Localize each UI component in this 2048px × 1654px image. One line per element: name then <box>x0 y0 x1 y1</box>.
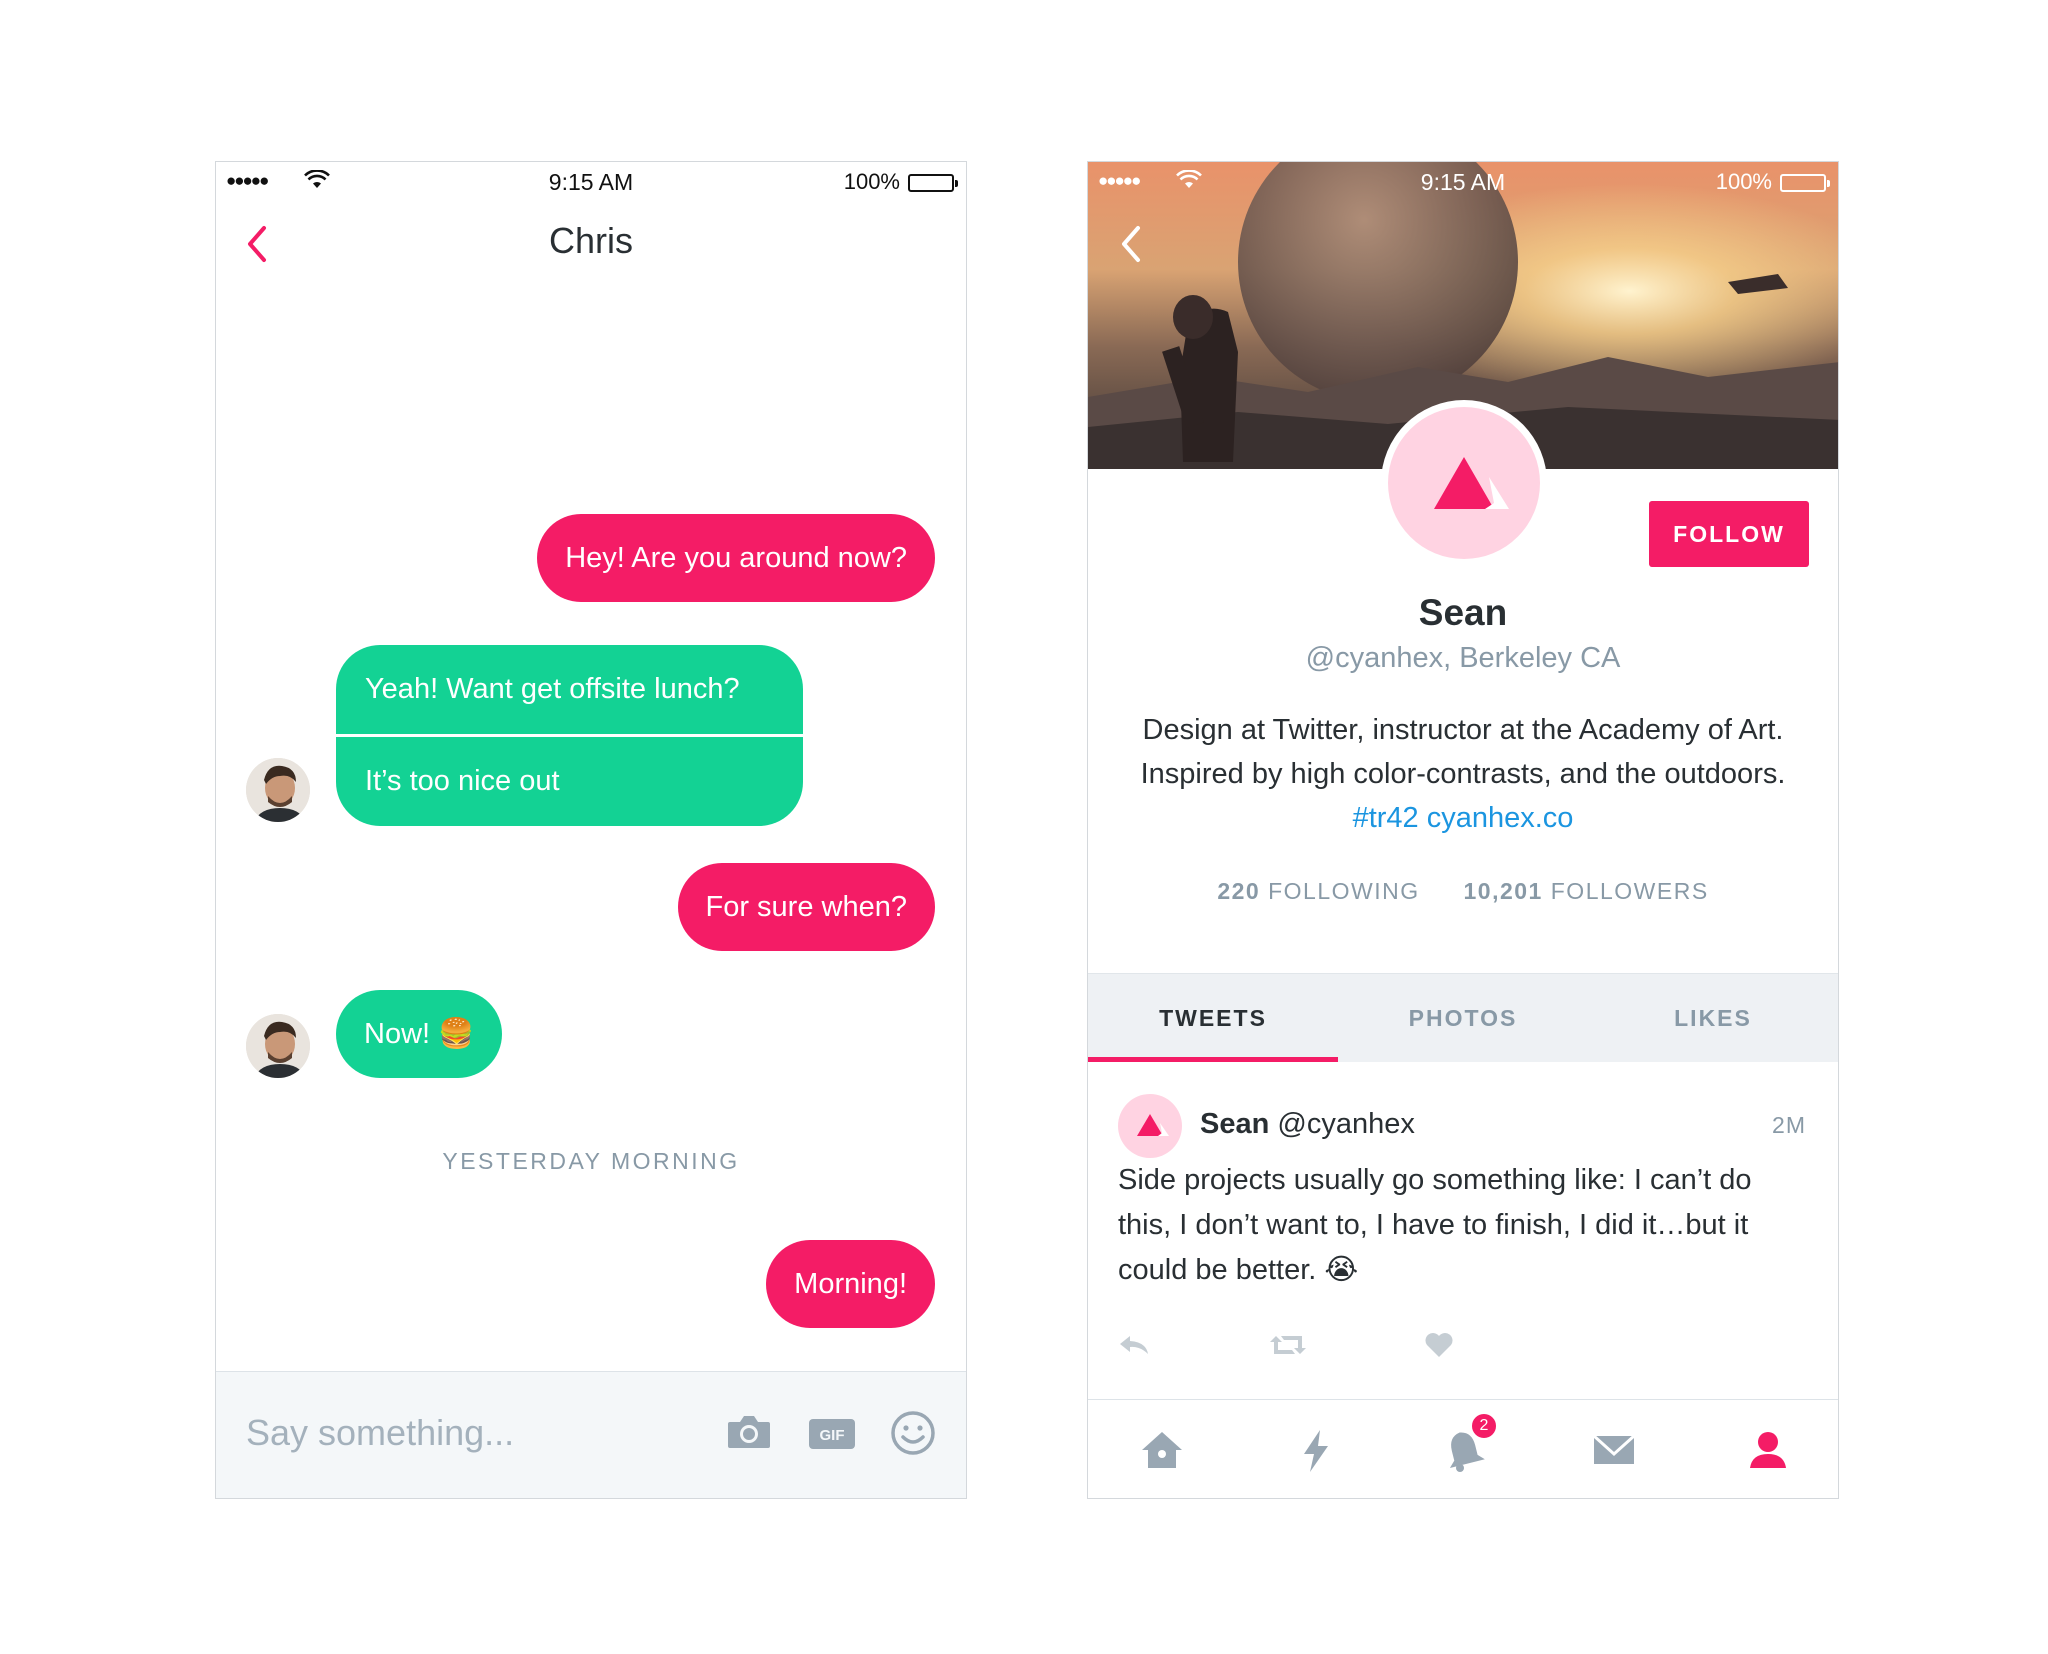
tweet-author-handle: @cyanhex <box>1277 1108 1415 1140</box>
message-group-incoming: Yeah! Want get offsite lunch? It’s too n… <box>336 645 803 826</box>
bio-website-link[interactable]: cyanhex.co <box>1427 802 1574 834</box>
profile-bio: Design at Twitter, instructor at the Aca… <box>1128 708 1798 840</box>
tab-likes[interactable]: LIKES <box>1588 974 1838 1063</box>
following-label: FOLLOWING <box>1268 878 1420 904</box>
camera-icon[interactable] <box>726 1412 772 1452</box>
avatar[interactable] <box>246 1014 310 1078</box>
tab-tweets[interactable]: TWEETS <box>1088 974 1338 1063</box>
tweet-text: Side projects usually go something like:… <box>1118 1164 1752 1286</box>
bio-hashtag-link[interactable]: #tr42 <box>1353 802 1419 834</box>
following-count: 220 <box>1217 878 1261 904</box>
message-composer: GIF <box>216 1371 966 1498</box>
bottom-tab-bar: 2 <box>1088 1399 1838 1498</box>
messages-envelope-icon[interactable] <box>1590 1426 1638 1474</box>
notifications-tab[interactable]: 2 <box>1440 1412 1498 1474</box>
profile-tabs: TWEETS PHOTOS LIKES <box>1088 973 1838 1062</box>
message-bubble-incoming[interactable]: Yeah! Want get offsite lunch? <box>336 645 803 734</box>
tweet-timestamp: 2M <box>1772 1112 1806 1138</box>
retweet-icon[interactable] <box>1268 1332 1308 1358</box>
message-bubble-outgoing[interactable]: For sure when? <box>677 863 935 951</box>
tweet-author[interactable]: Sean @cyanhex <box>1200 1108 1415 1141</box>
profile-handle-location: @cyanhex, Berkeley CA <box>1305 642 1621 674</box>
chat-screen: ●●●●● 9:15 AM 100% Chris Hey! Are you ar… <box>215 161 967 1499</box>
like-heart-icon[interactable] <box>1424 1332 1454 1358</box>
status-bar: ●●●●● 9:15 AM 100% <box>216 162 966 202</box>
bio-text: Design at Twitter, instructor at the Aca… <box>1140 714 1786 790</box>
status-bar: ●●●●● 9:15 AM 100% <box>1088 162 1838 202</box>
battery-icon <box>1780 174 1830 192</box>
message-bubble-outgoing[interactable]: Morning! <box>766 1240 935 1328</box>
tweet-item[interactable]: Sean @cyanhex 2M Side projects usually g… <box>1088 1062 1838 1374</box>
date-divider: YESTERDAY MORNING <box>442 1148 740 1174</box>
followers-stat[interactable]: 10,201 FOLLOWERS <box>1464 878 1709 904</box>
message-bubble-incoming[interactable]: Now! 🍔 <box>336 990 503 1078</box>
profile-avatar[interactable] <box>1381 400 1547 566</box>
profile-name: Sean <box>1418 592 1508 633</box>
battery-percent: 100% <box>1715 169 1772 194</box>
message-input[interactable] <box>246 1412 686 1454</box>
home-icon[interactable] <box>1138 1426 1186 1474</box>
profile-screen: ●●●●● 9:15 AM 100% FOLLOW Sean @cyanhex,… <box>1087 161 1839 1499</box>
following-stat[interactable]: 220 FOLLOWING <box>1217 878 1419 904</box>
tweet-avatar[interactable] <box>1118 1094 1182 1158</box>
svg-text:GIF: GIF <box>820 1427 845 1444</box>
chat-title: Chris <box>548 220 633 261</box>
profile-me-icon[interactable] <box>1744 1426 1792 1474</box>
followers-label: FOLLOWERS <box>1550 878 1709 904</box>
emoji-icon[interactable] <box>890 1410 936 1456</box>
profile-stats: 220 FOLLOWING 10,201 FOLLOWERS <box>1088 878 1838 905</box>
reply-icon[interactable] <box>1118 1332 1150 1358</box>
battery-icon <box>908 174 958 192</box>
moments-lightning-icon[interactable] <box>1292 1426 1340 1474</box>
back-chevron-icon[interactable] <box>1116 222 1146 266</box>
followers-count: 10,201 <box>1463 878 1543 904</box>
follow-button[interactable]: FOLLOW <box>1649 501 1809 567</box>
tweet-author-name: Sean <box>1200 1108 1270 1140</box>
notification-badge: 2 <box>1470 1412 1498 1440</box>
avatar[interactable] <box>246 758 310 822</box>
tab-photos[interactable]: PHOTOS <box>1338 974 1588 1063</box>
message-bubble-incoming[interactable]: It’s too nice out <box>336 737 803 826</box>
battery-percent: 100% <box>843 169 900 194</box>
message-bubble-outgoing[interactable]: Hey! Are you around now? <box>537 514 935 602</box>
gif-icon[interactable]: GIF <box>808 1418 856 1450</box>
